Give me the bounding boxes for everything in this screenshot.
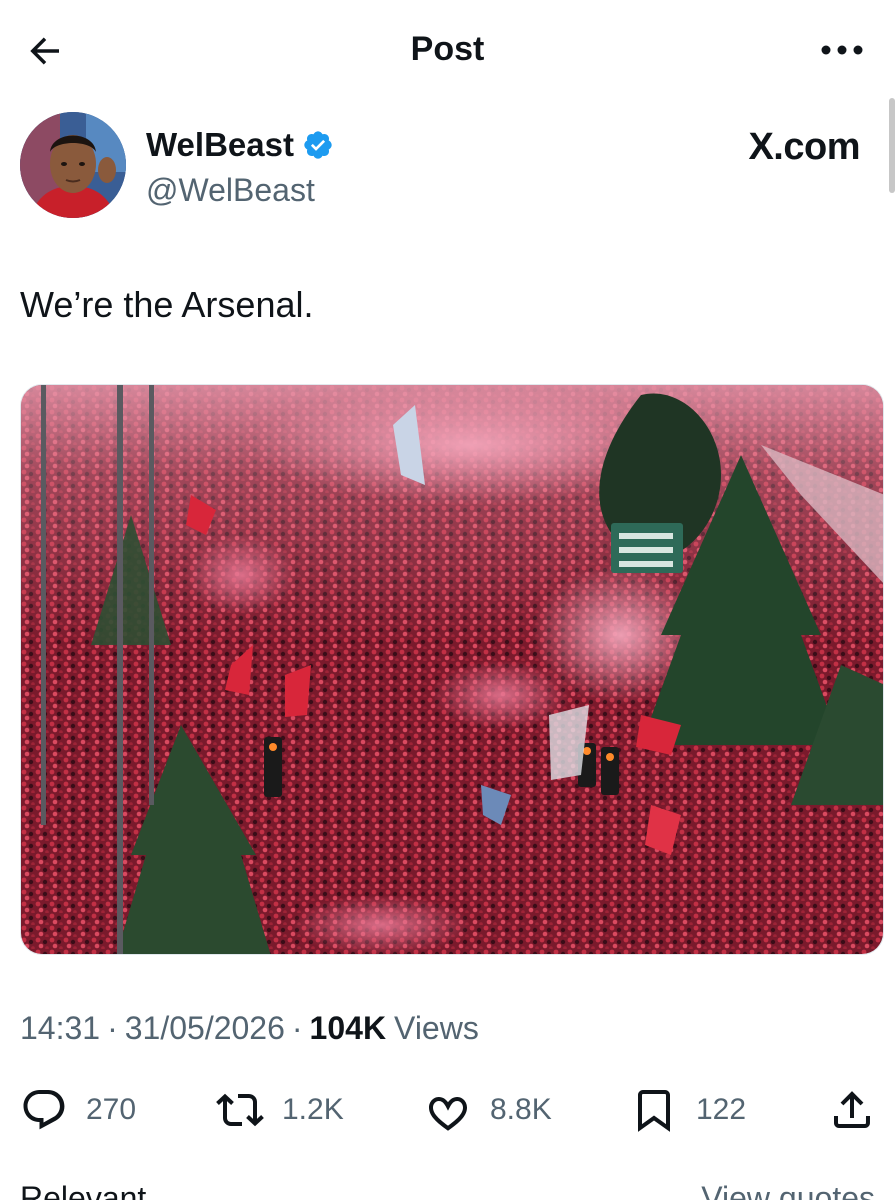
relevant-sort-toggle[interactable]: Relevant	[20, 1180, 146, 1200]
bottom-links: Relevant View quotes	[20, 1180, 875, 1200]
top-bar: Post	[0, 0, 895, 100]
share-button[interactable]	[828, 1082, 876, 1138]
reply-count: 270	[86, 1093, 137, 1126]
reply-icon	[23, 1090, 65, 1130]
post-image[interactable]	[20, 384, 884, 955]
display-name: WelBeast	[146, 126, 294, 163]
views-count[interactable]: 104K	[310, 1010, 387, 1047]
post-author: WelBeast @WelBeast X.com	[20, 112, 870, 222]
post-date: 31/05/2026	[124, 1010, 285, 1046]
reply-button[interactable]: 270	[20, 1082, 136, 1138]
share-icon	[834, 1091, 870, 1128]
repost-icon	[216, 1093, 264, 1127]
scrollbar[interactable]	[889, 98, 895, 193]
meta-separator: ·	[107, 1010, 118, 1046]
author-handle[interactable]: @WelBeast	[146, 172, 315, 209]
verified-badge-icon	[304, 131, 332, 159]
post-meta: 14:31 · 31/05/2026 · 104K Views	[20, 1010, 479, 1047]
repost-button[interactable]: 1.2K	[216, 1082, 344, 1138]
repost-count: 1.2K	[282, 1093, 344, 1126]
heart-icon	[429, 1096, 467, 1131]
display-name-row[interactable]: WelBeast	[146, 126, 334, 164]
post-text: We’re the Arsenal.	[20, 284, 314, 325]
view-quotes-link[interactable]: View quotes	[701, 1180, 875, 1200]
like-button[interactable]: 8.8K	[424, 1082, 552, 1138]
meta-separator: ·	[291, 1010, 303, 1046]
more-horizontal-icon	[821, 45, 863, 55]
page-title: Post	[410, 30, 485, 68]
avatar[interactable]	[20, 112, 126, 218]
bookmark-count: 122	[696, 1093, 747, 1126]
action-bar: 270 1.2K 8.8K 122	[20, 1082, 872, 1138]
post-time: 14:31	[20, 1010, 101, 1046]
like-count: 8.8K	[490, 1093, 552, 1126]
source-watermark: X.com	[748, 126, 860, 168]
views-label: Views	[394, 1010, 479, 1046]
bookmark-button[interactable]: 122	[630, 1082, 746, 1138]
more-options-button[interactable]	[817, 30, 867, 70]
bookmark-icon	[638, 1090, 670, 1132]
